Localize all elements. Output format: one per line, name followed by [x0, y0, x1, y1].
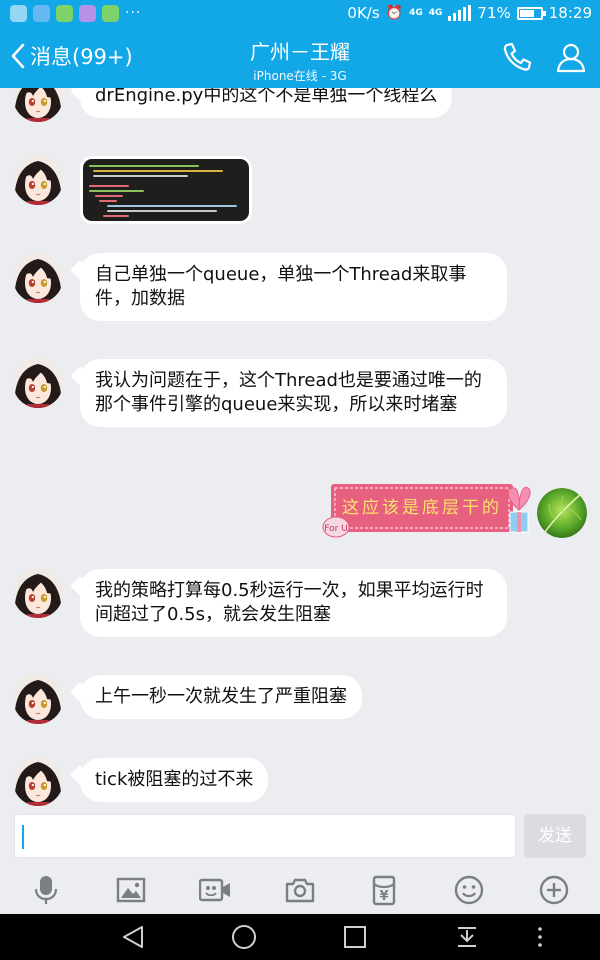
network-type-2: 4G	[428, 7, 443, 18]
anime-avatar-image	[13, 253, 63, 303]
nav-notification-button[interactable]	[454, 924, 480, 950]
contact-avatar[interactable]	[13, 674, 63, 724]
battery-icon	[516, 6, 546, 20]
chevron-left-icon	[11, 43, 25, 69]
my-avatar[interactable]	[537, 488, 587, 538]
wechat-icon	[102, 5, 119, 22]
phone-call-button[interactable]	[500, 40, 534, 74]
heart-app-icon	[33, 5, 50, 22]
video-button[interactable]	[198, 874, 231, 906]
square-recents-icon	[344, 926, 366, 948]
circle-home-icon	[232, 925, 256, 949]
contact-avatar[interactable]	[13, 358, 63, 408]
online-status: iPhone在线 - 3G	[253, 69, 347, 83]
message-bubble[interactable]: drEngine.py中的这个不是单独一个线程么	[80, 88, 453, 118]
profile-button[interactable]	[554, 40, 588, 74]
gallery-app-icon	[79, 5, 96, 22]
chat-area[interactable]: drEngine.py中的这个不是单独一个线程么 自己单独一个queue，单独一…	[0, 88, 600, 806]
red-packet-button[interactable]: ¥	[368, 874, 400, 906]
clock: 18:29	[548, 4, 592, 22]
image-message[interactable]	[80, 156, 252, 224]
app-icon	[10, 5, 27, 22]
svg-text:For U: For U	[324, 524, 348, 534]
status-bar: ··· 0K/s ⏰ 4G 4G 71% 18:29	[0, 0, 600, 28]
code-screenshot-image	[83, 159, 249, 221]
anime-avatar-image	[13, 88, 63, 122]
chat-header: 消息(99+) 广州－王耀 iPhone在线 - 3G	[0, 28, 600, 88]
emoji-icon	[454, 875, 484, 905]
contact-avatar[interactable]	[13, 756, 63, 806]
svg-text:¥: ¥	[379, 889, 388, 904]
input-bar: 发送	[0, 806, 600, 866]
plus-icon	[539, 875, 569, 905]
triangle-back-icon	[123, 926, 143, 948]
camera-icon	[285, 878, 315, 903]
pull-down-icon	[458, 927, 476, 947]
anime-avatar-image	[13, 568, 63, 618]
back-label: 消息(99+)	[30, 45, 133, 69]
sticker-caption: 这应该是底层干的	[342, 498, 502, 518]
notification-icons: ···	[10, 5, 141, 22]
more-vertical-icon	[538, 927, 542, 947]
voice-button[interactable]	[30, 874, 62, 906]
video-icon	[198, 878, 230, 902]
signal-icon	[448, 5, 472, 21]
text-cursor	[22, 825, 24, 849]
contact-avatar[interactable]	[13, 568, 63, 618]
message-bubble[interactable]: 我认为问题在于，这个Thread也是要通过唯一的那个事件引擎的queue来实现，…	[80, 359, 507, 427]
more-button[interactable]	[538, 874, 570, 906]
anime-avatar-image	[13, 358, 63, 408]
back-button[interactable]: 消息(99+)	[10, 38, 133, 74]
system-nav-bar	[0, 914, 600, 960]
camera-button[interactable]	[284, 874, 316, 906]
phone-icon	[503, 42, 532, 71]
message-input[interactable]	[14, 814, 516, 858]
sticker-image: For U 这应该是底层干的	[322, 484, 531, 538]
message-app-icon	[56, 5, 73, 22]
net-speed: 0K/s	[347, 4, 380, 22]
chat-title: 广州－王耀	[250, 40, 350, 64]
battery-percent: 71%	[477, 4, 511, 22]
nav-home-button[interactable]	[231, 924, 257, 950]
send-button[interactable]: 发送	[524, 814, 586, 858]
anime-avatar-image	[13, 756, 63, 806]
nav-recents-button[interactable]	[342, 924, 368, 950]
anime-avatar-image	[13, 674, 63, 724]
nav-menu-button[interactable]	[527, 924, 553, 950]
contact-avatar[interactable]	[13, 88, 63, 122]
message-bubble[interactable]: 上午一秒一次就发生了严重阻塞	[80, 675, 362, 719]
anime-avatar-image	[13, 155, 63, 205]
network-type: 4G	[409, 7, 423, 18]
nav-back-button[interactable]	[120, 924, 146, 950]
contact-avatar[interactable]	[13, 253, 63, 303]
message-bubble[interactable]: 自己单独一个queue，单独一个Thread来取事件，加数据	[80, 253, 507, 321]
photo-button[interactable]	[115, 874, 147, 906]
microphone-icon	[34, 876, 58, 904]
picture-icon	[116, 877, 146, 903]
message-bubble[interactable]: 我的策略打算每0.5秒运行一次，如果平均运行时间超过了0.5s，就会发生阻塞	[80, 569, 507, 637]
alarm-icon: ⏰	[385, 5, 404, 21]
person-icon	[556, 43, 586, 73]
leaf-avatar-image	[537, 488, 587, 538]
emoji-button[interactable]	[453, 874, 485, 906]
message-bubble[interactable]: tick被阻塞的过不来	[80, 758, 269, 802]
input-toolbar: ¥	[0, 866, 600, 914]
chat-title-area[interactable]: 广州－王耀 iPhone在线 - 3G	[150, 36, 450, 84]
red-packet-icon: ¥	[372, 875, 396, 906]
more-notifications: ···	[125, 5, 142, 21]
sticker-message[interactable]: For U 这应该是底层干的	[322, 480, 532, 542]
contact-avatar[interactable]	[13, 155, 63, 205]
